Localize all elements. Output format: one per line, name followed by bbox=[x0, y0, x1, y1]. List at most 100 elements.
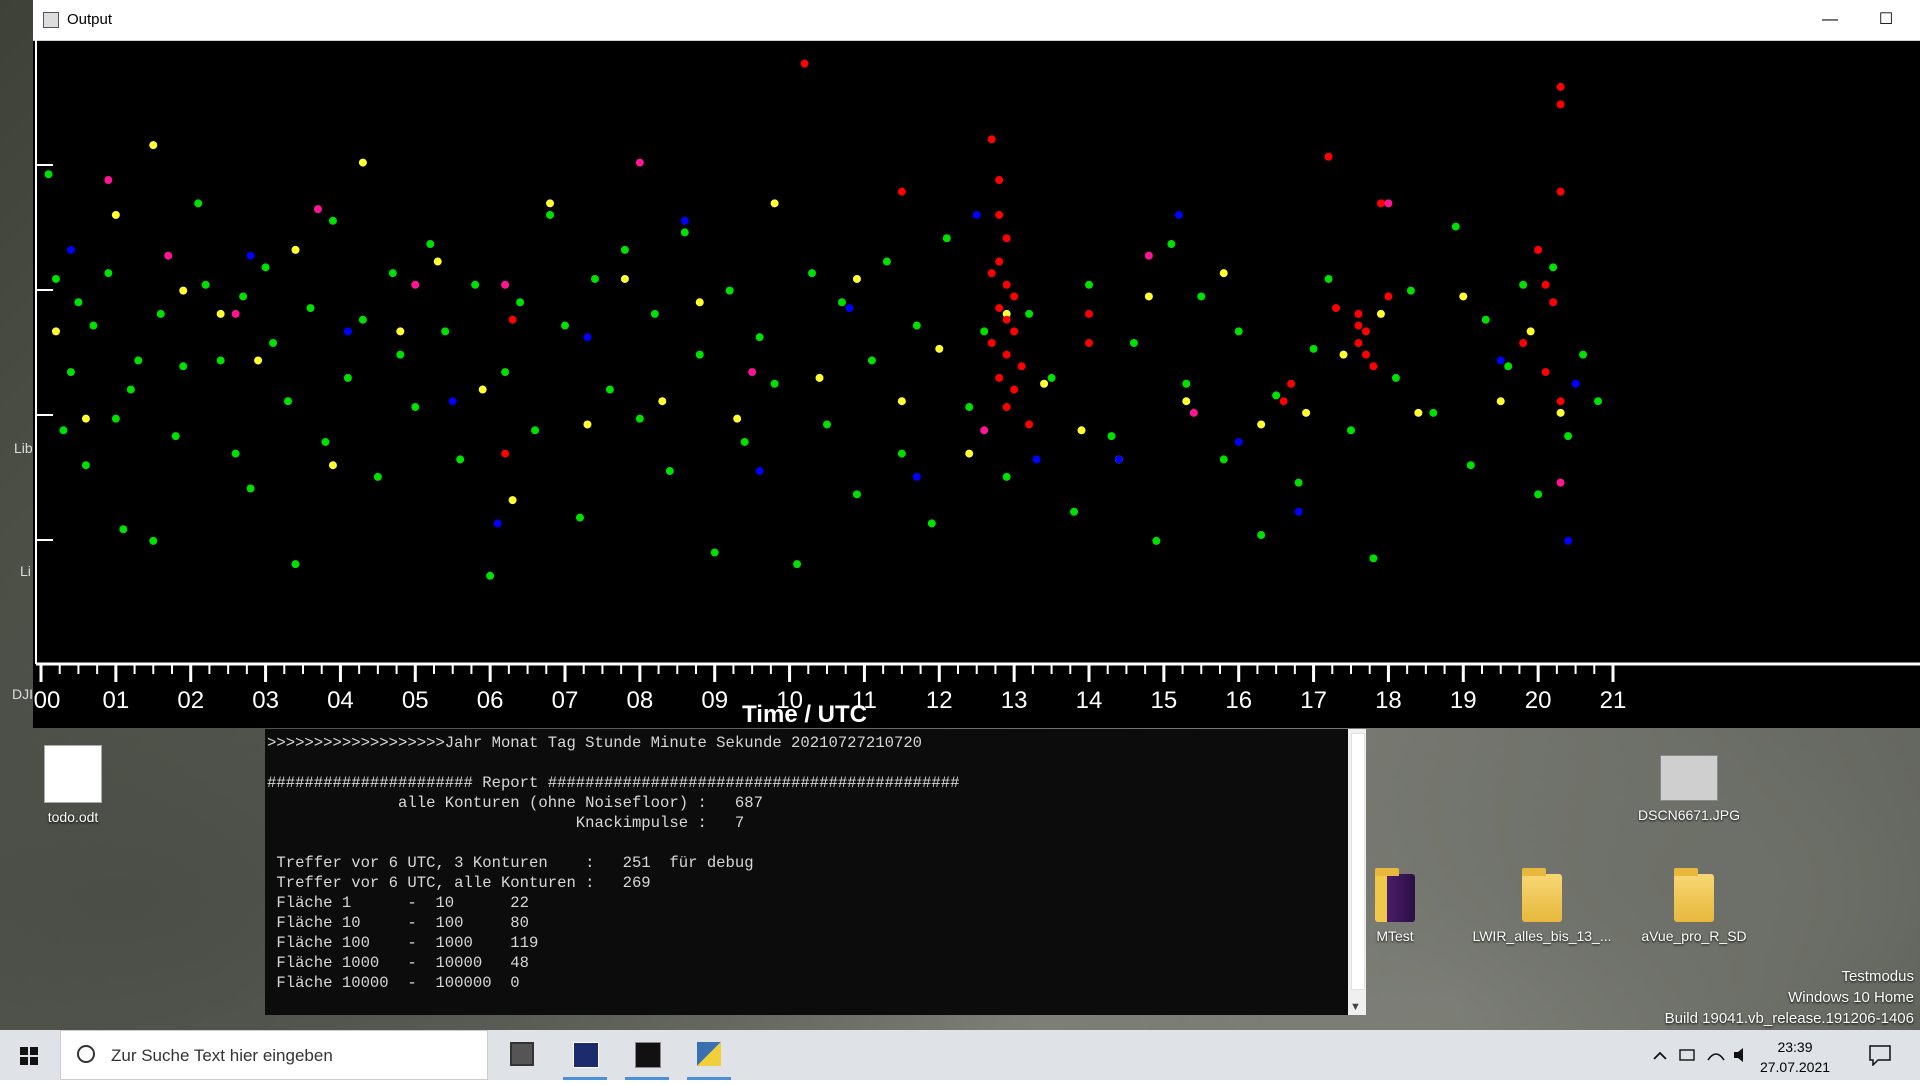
image-file-icon bbox=[1660, 755, 1718, 801]
data-point-yellow bbox=[770, 199, 779, 208]
data-point-blue bbox=[448, 397, 457, 406]
data-point-yellow bbox=[149, 141, 158, 150]
data-point-green bbox=[231, 449, 240, 458]
taskbar-python[interactable] bbox=[679, 1030, 739, 1080]
desktop-icon-label: todo.odt bbox=[47, 809, 99, 825]
data-point-magenta bbox=[231, 309, 240, 318]
data-point-green bbox=[710, 548, 719, 557]
data-point-blue bbox=[1114, 455, 1123, 464]
data-point-green bbox=[156, 309, 165, 318]
x-tick-label: 12 bbox=[926, 687, 953, 714]
desktop-icon-todo[interactable]: todo.odt bbox=[18, 745, 128, 825]
document-icon bbox=[44, 745, 102, 803]
data-point-green bbox=[605, 385, 614, 394]
data-point-red bbox=[1549, 298, 1558, 307]
data-point-yellow bbox=[216, 309, 225, 318]
data-point-magenta bbox=[313, 205, 322, 214]
data-point-magenta bbox=[1384, 199, 1393, 208]
data-point-red bbox=[1085, 339, 1093, 347]
data-point-yellow bbox=[1257, 420, 1266, 429]
data-point-yellow bbox=[815, 373, 824, 382]
data-point-blue bbox=[755, 467, 764, 476]
data-point-yellow bbox=[733, 414, 742, 423]
taskbar-calculator[interactable] bbox=[492, 1030, 552, 1080]
data-point-green bbox=[388, 269, 397, 278]
taskbar-console[interactable] bbox=[617, 1030, 677, 1080]
data-point-yellow bbox=[1414, 408, 1423, 417]
data-point-yellow bbox=[583, 420, 592, 429]
desktop-icon-dscn6671[interactable]: DSCN6671.JPG bbox=[1634, 755, 1744, 823]
data-point-yellow bbox=[1144, 292, 1153, 301]
data-point-blue bbox=[1234, 437, 1243, 446]
data-point-green bbox=[59, 426, 68, 435]
app-icon bbox=[43, 12, 59, 28]
side-label: DJI bbox=[12, 686, 33, 702]
data-point-green bbox=[239, 292, 248, 301]
desktop-icon-avue[interactable]: aVue_pro_R_SD bbox=[1634, 868, 1754, 944]
data-point-green bbox=[680, 228, 689, 237]
x-tick-label: 15 bbox=[1151, 687, 1178, 714]
data-point-red bbox=[1519, 339, 1528, 347]
notification-center-icon[interactable] bbox=[1868, 1044, 1892, 1066]
data-point-green bbox=[291, 560, 300, 569]
taskbar-app-radio[interactable] bbox=[555, 1030, 615, 1080]
data-point-red bbox=[995, 257, 1004, 266]
data-point-yellow bbox=[111, 210, 120, 219]
data-point-green bbox=[837, 298, 846, 307]
desktop-icon-lwir[interactable]: LWIR_alles_bis_13_... bbox=[1472, 868, 1612, 944]
x-tick-label: 17 bbox=[1300, 687, 1327, 714]
data-point-green bbox=[561, 321, 569, 330]
minimize-button[interactable]: — bbox=[1802, 0, 1858, 40]
data-point-green bbox=[81, 461, 90, 470]
data-point-magenta bbox=[1189, 408, 1198, 417]
network-icon[interactable] bbox=[1679, 1049, 1695, 1061]
taskbar-search-box[interactable]: Zur Suche Text hier eingeben bbox=[60, 1030, 488, 1080]
maximize-button[interactable]: ☐ bbox=[1858, 0, 1914, 40]
python-icon bbox=[697, 1042, 721, 1066]
x-tick-label: 06 bbox=[477, 687, 504, 714]
console-output[interactable]: >>>>>>>>>>>>>>>>>>>Jahr Monat Tag Stunde… bbox=[265, 729, 1348, 1015]
wifi-icon[interactable] bbox=[1707, 1053, 1725, 1061]
data-point-red bbox=[1332, 304, 1341, 313]
console-line: Fläche 1 - 10 22 bbox=[267, 894, 530, 912]
window-titlebar[interactable]: Output — ☐ bbox=[33, 0, 1920, 41]
desktop-icon-label: aVue_pro_R_SD bbox=[1641, 928, 1747, 944]
data-point-red bbox=[1361, 327, 1370, 336]
data-point-magenta bbox=[164, 251, 173, 260]
data-point-yellow bbox=[1496, 397, 1505, 406]
data-point-blue bbox=[583, 333, 592, 342]
data-point-yellow bbox=[433, 257, 442, 266]
console-line: Fläche 1000 - 10000 48 bbox=[267, 954, 530, 972]
data-point-green bbox=[411, 403, 420, 412]
x-tick-label: 05 bbox=[402, 687, 429, 714]
x-tick-label: 20 bbox=[1525, 687, 1552, 714]
start-button[interactable] bbox=[0, 1030, 60, 1080]
data-point-green bbox=[119, 525, 128, 534]
data-point-yellow bbox=[1182, 397, 1191, 406]
data-point-green bbox=[897, 449, 906, 458]
chevron-up-icon[interactable] bbox=[1653, 1051, 1667, 1060]
data-point-green bbox=[882, 257, 891, 266]
data-point-red bbox=[508, 315, 517, 324]
data-point-green bbox=[808, 269, 817, 278]
desktop-icon-mtest[interactable]: MTest bbox=[1340, 868, 1450, 944]
console-scrollbar[interactable]: ▼ bbox=[1348, 729, 1366, 1015]
data-point-green bbox=[373, 472, 382, 481]
scroll-down-arrow-icon[interactable]: ▼ bbox=[1350, 1001, 1361, 1013]
data-point-yellow bbox=[1077, 426, 1086, 435]
data-point-green bbox=[171, 432, 180, 441]
satellite-app-icon bbox=[573, 1042, 599, 1068]
data-point-magenta bbox=[104, 176, 113, 185]
data-point-red bbox=[1085, 309, 1093, 318]
scrollbar-thumb[interactable] bbox=[1351, 733, 1365, 990]
data-point-green bbox=[635, 414, 644, 423]
data-point-green bbox=[306, 304, 315, 313]
data-point-green bbox=[501, 368, 510, 377]
data-point-red bbox=[1369, 362, 1378, 371]
taskbar-clock[interactable]: 23:39 27.07.2021 bbox=[1755, 1037, 1835, 1077]
x-axis-label: Time / UTC bbox=[742, 701, 867, 728]
volume-icon[interactable] bbox=[1734, 1048, 1743, 1062]
folder-icon bbox=[1375, 868, 1415, 922]
data-point-magenta bbox=[501, 280, 510, 289]
data-point-green bbox=[575, 513, 584, 522]
